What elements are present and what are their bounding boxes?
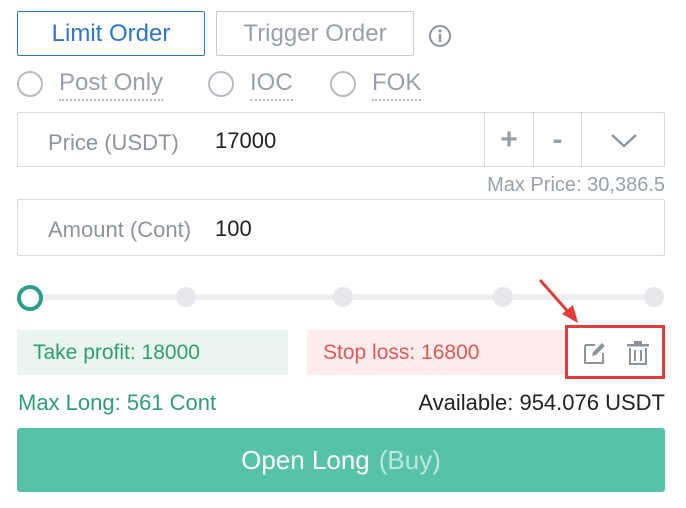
slider-stop-25[interactable] [176,287,196,307]
chevron-down-icon [611,133,637,148]
take-profit-badge[interactable]: Take profit: 18000 [17,330,288,375]
open-long-label: Open Long [241,444,370,475]
tpsl-actions-highlight [565,325,665,379]
info-icon[interactable] [428,24,452,48]
max-long-text: Max Long: 561 Cont [18,390,217,415]
amount-input[interactable]: 100 [215,216,252,242]
red-arrow-icon [536,276,582,326]
tab-limit-order[interactable]: Limit Order [17,11,205,56]
post-only-label[interactable]: Post Only [59,68,164,101]
trash-icon[interactable] [626,340,650,371]
open-long-button[interactable]: Open Long (Buy) [17,428,665,492]
open-long-sublabel: (Buy) [378,444,441,475]
edit-icon[interactable] [582,340,608,371]
amount-label: Amount (Cont) [48,217,192,242]
stop-loss-badge[interactable]: Stop loss: 16800 [307,330,578,375]
tab-trigger-order-label: Trigger Order [243,19,387,47]
price-increment-button[interactable]: + [485,113,533,166]
price-dropdown-button[interactable] [582,113,666,166]
price-decrement-button[interactable]: - [534,113,581,166]
take-profit-text: Take profit: 18000 [33,340,200,364]
price-label: Price (USDT) [48,130,179,155]
price-input[interactable]: 17000 [215,128,276,154]
tab-limit-order-label: Limit Order [51,19,171,47]
tab-trigger-order[interactable]: Trigger Order [216,11,414,56]
order-options: Post Only IOC FOK [17,68,686,102]
price-field[interactable]: Price (USDT) 17000 + - [17,112,665,167]
post-only-radio[interactable] [17,71,43,97]
fok-label[interactable]: FOK [372,68,422,101]
slider-stop-50[interactable] [333,287,353,307]
ioc-radio[interactable] [208,71,234,97]
fok-radio[interactable] [330,71,356,97]
amount-field[interactable]: Amount (Cont) 100 [17,199,665,256]
available-balance: Available: 954.076 USDT [418,390,665,415]
stop-loss-text: Stop loss: 16800 [323,340,480,364]
slider-stop-100[interactable] [644,287,664,307]
ioc-label[interactable]: IOC [250,68,293,101]
slider-thumb[interactable] [17,285,43,311]
slider-stop-75[interactable] [493,287,513,307]
max-price-text: Max Price: 30,386.5 [487,174,665,196]
